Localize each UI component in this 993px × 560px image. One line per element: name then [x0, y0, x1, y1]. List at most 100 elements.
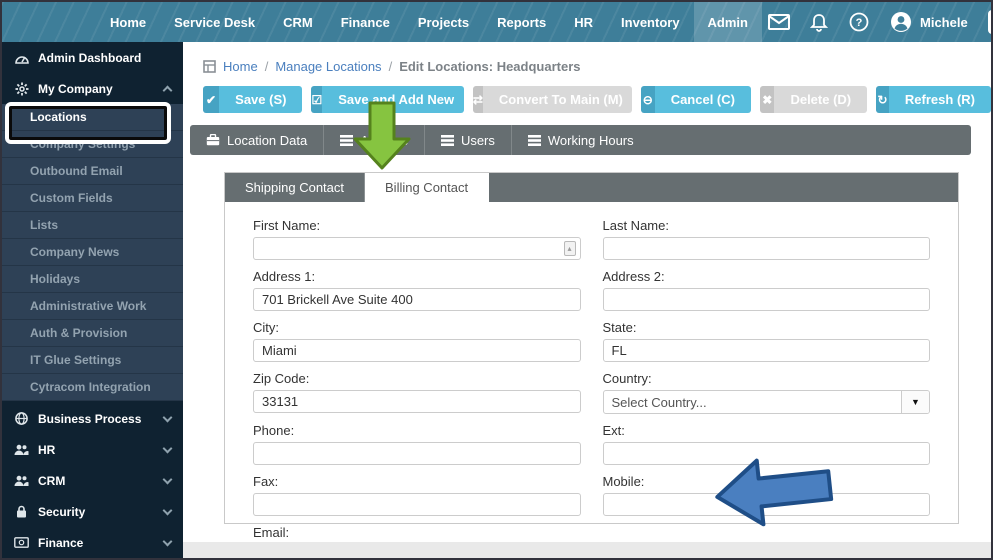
topbar-actions: ? Michele 1K	[762, 5, 993, 39]
sidebar-item-holidays[interactable]: Holidays	[2, 266, 183, 293]
sidebar-item-business-process[interactable]: Business Process	[2, 403, 183, 434]
nav-home[interactable]: Home	[96, 2, 160, 42]
sidebar-item-crm[interactable]: CRM	[2, 465, 183, 496]
svg-text:?: ?	[856, 17, 863, 29]
refresh-button[interactable]: ↻ Refresh (R)	[876, 86, 991, 113]
app-window: Home Service Desk CRM Finance Projects R…	[0, 0, 993, 560]
address2-input[interactable]	[603, 288, 931, 311]
sidebar-item-security[interactable]: Security	[2, 496, 183, 527]
convert-to-main-button: ⇄ Convert To Main (M)	[473, 86, 632, 113]
sidebar-item-company-news[interactable]: Company News	[2, 239, 183, 266]
sidebar-item-auth-provision[interactable]: Auth & Provision	[2, 320, 183, 347]
subtab-billing-contact[interactable]: Billing Contact	[365, 173, 489, 202]
breadcrumb-home-link[interactable]: Home	[223, 59, 258, 74]
first-name-input[interactable]	[253, 237, 581, 260]
fax-input[interactable]	[253, 493, 581, 516]
mobile-input[interactable]	[603, 493, 931, 516]
main-content: Home / Manage Locations / Edit Locations…	[183, 42, 991, 558]
users-icon	[14, 475, 29, 487]
help-icon[interactable]: ?	[842, 5, 876, 39]
fax-field: Fax:	[253, 474, 581, 516]
billing-contact-form: First Name: ▴ Last Name: Address 1:	[225, 202, 958, 558]
nav-projects[interactable]: Projects	[404, 2, 483, 42]
sidebar-item-outbound-email[interactable]: Outbound Email	[2, 158, 183, 185]
sidebar-item-hr[interactable]: HR	[2, 434, 183, 465]
save-button[interactable]: ✔ Save (S)	[203, 86, 302, 113]
user-name: Michele	[920, 15, 968, 30]
address1-field: Address 1:	[253, 269, 581, 311]
sidebar-item-it-glue-settings[interactable]: IT Glue Settings	[2, 347, 183, 374]
city-field: City:	[253, 320, 581, 362]
breadcrumb-current: Edit Locations: Headquarters	[399, 59, 580, 74]
notifications-bell-icon[interactable]	[802, 5, 836, 39]
ext-input[interactable]	[603, 442, 931, 465]
sidebar-item-administrative-work[interactable]: Administrative Work	[2, 293, 183, 320]
nav-reports[interactable]: Reports	[483, 2, 560, 42]
tab-users[interactable]: Users	[425, 125, 512, 155]
mobile-field: Mobile:	[603, 474, 931, 516]
save-and-add-new-button[interactable]: ☑ Save and Add New	[311, 86, 463, 113]
nav-inventory[interactable]: Inventory	[607, 2, 694, 42]
briefcase-icon	[206, 134, 220, 146]
rows-icon	[528, 135, 541, 146]
gear-icon	[14, 82, 29, 96]
address1-input[interactable]	[253, 288, 581, 311]
dropdown-caret-icon: ▼	[901, 391, 929, 413]
sidebar-item-lists[interactable]: Lists	[2, 212, 183, 239]
admin-sidebar: Admin Dashboard My Company Locations Com…	[2, 42, 183, 558]
delete-button: ✖ Delete (D)	[760, 86, 867, 113]
dashboard-icon	[14, 52, 29, 64]
chevron-up-icon	[163, 86, 173, 96]
cancel-button[interactable]: ⊖ Cancel (C)	[641, 86, 751, 113]
record-tabs: Location Data Address Users	[190, 125, 971, 155]
subtab-shipping-contact[interactable]: Shipping Contact	[225, 173, 365, 202]
sidebar-item-cytracom-integration[interactable]: Cytracom Integration	[2, 374, 183, 401]
phone-field: Phone:	[253, 423, 581, 465]
user-menu[interactable]: Michele	[882, 11, 976, 33]
ext-field: Ext:	[603, 423, 931, 465]
tab-working-hours[interactable]: Working Hours	[512, 125, 650, 155]
address-panel: Shipping Contact Billing Contact First N…	[224, 172, 959, 524]
nav-finance[interactable]: Finance	[327, 2, 404, 42]
user-avatar-icon	[890, 11, 912, 33]
sidebar-item-finance[interactable]: Finance	[2, 527, 183, 558]
tab-location-data[interactable]: Location Data	[190, 125, 324, 155]
sidebar-item-my-company[interactable]: My Company	[2, 73, 183, 104]
contact-subtabs: Shipping Contact Billing Contact	[225, 173, 958, 202]
lock-icon	[14, 505, 29, 518]
tab-address[interactable]: Address	[324, 125, 425, 155]
rows-icon	[340, 135, 353, 146]
globe-icon	[14, 412, 29, 425]
city-input[interactable]	[253, 339, 581, 362]
chevron-down-icon	[163, 536, 173, 546]
sidebar-item-locations[interactable]: Locations	[2, 104, 183, 131]
mail-icon[interactable]	[762, 5, 796, 39]
refresh-icon: ↻	[876, 86, 889, 113]
contact-autofill-icon[interactable]: ▴	[564, 241, 576, 256]
sidebar-item-company-settings[interactable]: Company Settings	[2, 131, 183, 158]
country-select[interactable]: Select Country... ▼	[603, 390, 931, 414]
phone-input[interactable]	[253, 442, 581, 465]
checkbox-icon: ☑	[311, 86, 322, 113]
sidebar-item-custom-fields[interactable]: Custom Fields	[2, 185, 183, 212]
breadcrumb-manage-locations-link[interactable]: Manage Locations	[275, 59, 381, 74]
zip-input[interactable]	[253, 390, 581, 413]
zip-field: Zip Code:	[253, 371, 581, 414]
brand-badge[interactable]: 1K	[988, 10, 993, 34]
nav-service-desk[interactable]: Service Desk	[160, 2, 269, 42]
nav-crm[interactable]: CRM	[269, 2, 327, 42]
state-input[interactable]	[603, 339, 931, 362]
nav-admin[interactable]: Admin	[694, 2, 762, 42]
last-name-field: Last Name:	[603, 218, 931, 260]
shuffle-icon: ⇄	[473, 86, 483, 113]
chevron-down-icon	[163, 505, 173, 515]
x-icon: ✖	[760, 86, 774, 113]
chevron-down-icon	[163, 443, 173, 453]
check-icon: ✔	[203, 86, 219, 113]
last-name-input[interactable]	[603, 237, 931, 260]
money-icon	[14, 537, 29, 548]
sidebar-item-admin-dashboard[interactable]: Admin Dashboard	[2, 42, 183, 73]
nav-hr[interactable]: HR	[560, 2, 607, 42]
address2-field: Address 2:	[603, 269, 931, 311]
rows-icon	[441, 135, 454, 146]
